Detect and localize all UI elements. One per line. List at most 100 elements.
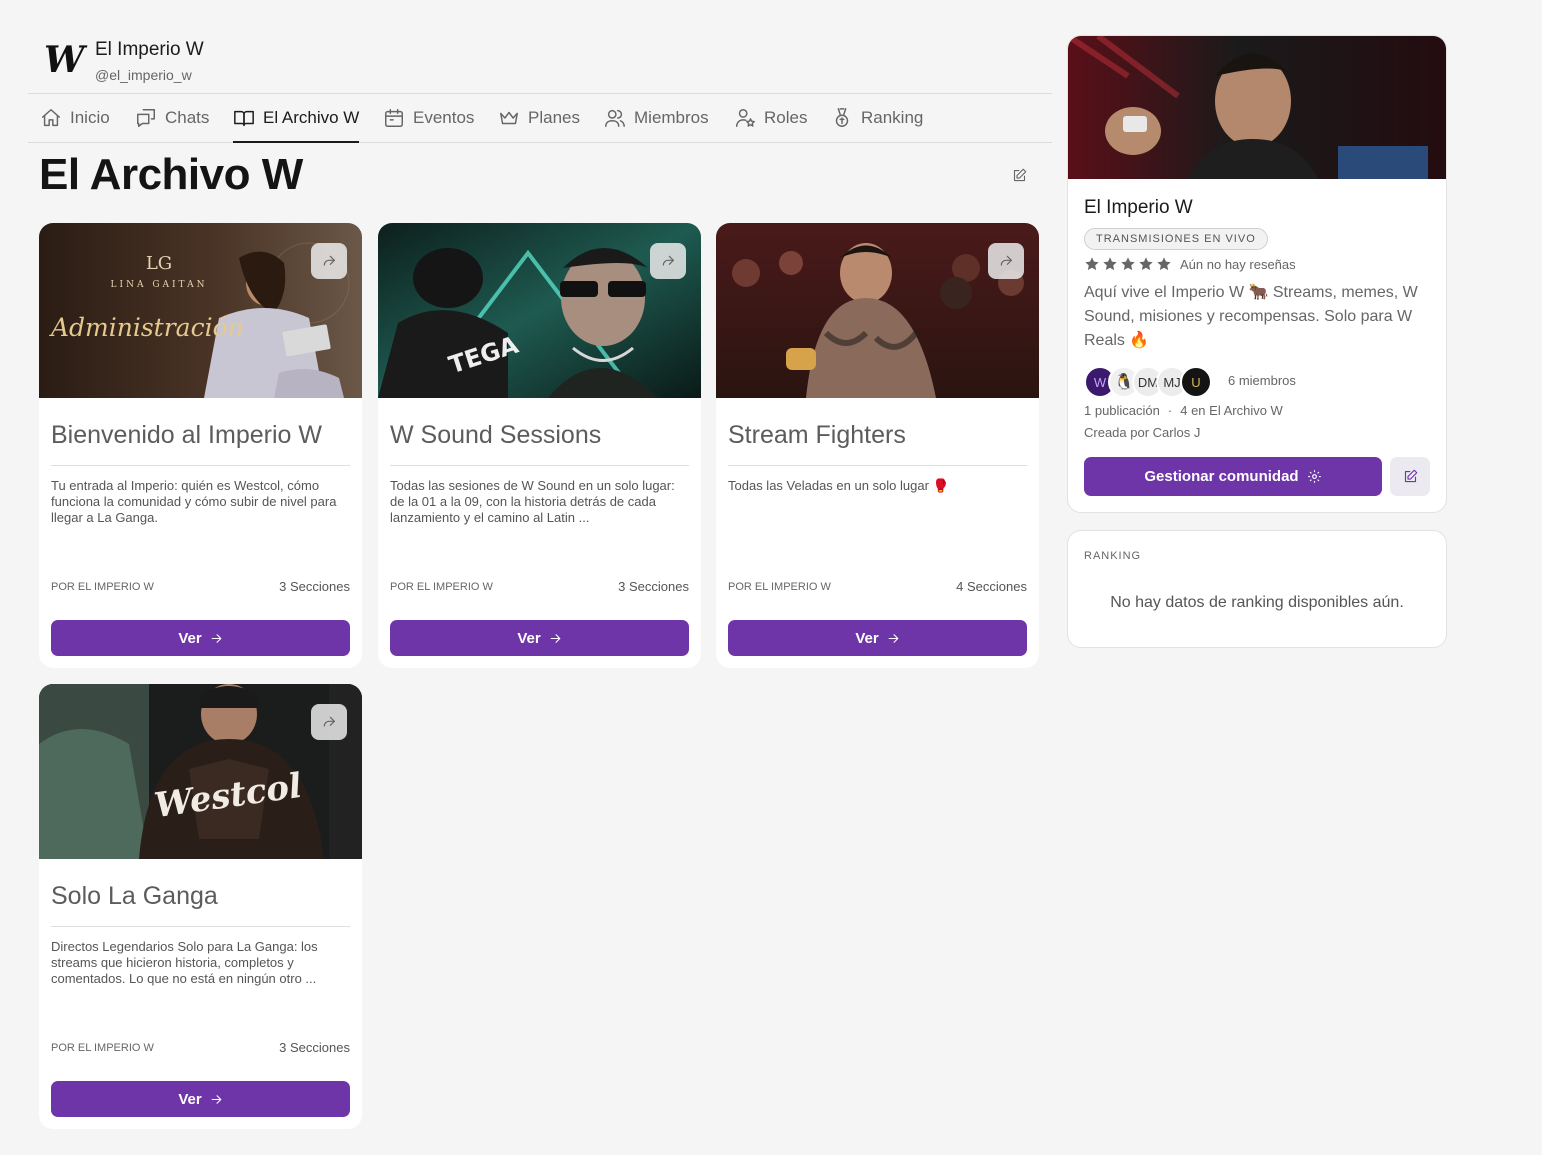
archive-count: 4 en El Archivo W xyxy=(1180,403,1283,418)
community-name: El Imperio W xyxy=(95,39,204,60)
arrow-right-icon xyxy=(888,633,899,643)
card-sections-count: 3 Secciones xyxy=(279,579,350,594)
tab-chats[interactable]: Chats xyxy=(135,94,209,142)
avatar: U xyxy=(1180,366,1212,398)
edit-icon xyxy=(1404,469,1417,483)
archive-card: TEGA W Sound Sessions Todas las sesiones… xyxy=(378,223,701,668)
card-divider xyxy=(51,465,350,466)
home-icon xyxy=(42,109,60,127)
tab-label: Miembros xyxy=(634,108,709,127)
card-description: Todas las Veladas en un solo lugar 🥊 xyxy=(728,478,949,493)
share-button[interactable] xyxy=(311,704,347,740)
rating-stars xyxy=(1084,256,1172,272)
community-logo[interactable]: W xyxy=(44,40,84,80)
tab-roles[interactable]: Roles xyxy=(734,94,807,142)
gear-icon xyxy=(1307,470,1321,483)
tab-label: Chats xyxy=(165,108,210,127)
tab-ranking[interactable]: Ranking xyxy=(831,94,923,142)
card-author: POR EL IMPERIO W xyxy=(51,581,154,593)
archive-card: LG LINA GAITAN Administración Bienvenido… xyxy=(39,223,362,668)
ver-button[interactable]: Ver xyxy=(728,620,1027,656)
community-header: W El Imperio W @el_imperio_w xyxy=(28,30,1052,94)
card-divider xyxy=(390,465,689,466)
community-description: Aquí vive el Imperio W 🐂 Streams, memes,… xyxy=(1084,284,1418,349)
ranking-empty-message: No hay datos de ranking disponibles aún. xyxy=(1110,594,1404,611)
chats-icon xyxy=(137,109,155,127)
member-avatars[interactable]: W 🐧 DM MJ U xyxy=(1084,366,1224,398)
medal-icon xyxy=(835,108,849,127)
card-sections-count: 3 Secciones xyxy=(618,579,689,594)
share-button[interactable] xyxy=(988,243,1024,279)
ver-button[interactable]: Ver xyxy=(390,620,689,656)
card-description: Todas las sesiones de W Sound en un solo… xyxy=(390,478,675,525)
tab-miembros[interactable]: Miembros xyxy=(604,94,709,142)
tab-planes[interactable]: Planes xyxy=(498,94,580,142)
book-icon xyxy=(234,110,254,127)
share-icon xyxy=(323,716,335,727)
card-divider xyxy=(51,926,350,927)
ranking-label: RANKING xyxy=(1084,550,1142,562)
card-cover-overlay: LG LINA GAITAN xyxy=(99,253,219,290)
card-title: Stream Fighters xyxy=(728,421,906,449)
community-card: El Imperio W TRANSMISIONES EN VIVO Aún n… xyxy=(1067,35,1447,513)
crown-icon xyxy=(500,111,518,125)
star-icon xyxy=(1139,257,1153,271)
ranking-card: RANKING No hay datos de ranking disponib… xyxy=(1067,530,1447,648)
manage-community-button[interactable]: Gestionar comunidad xyxy=(1084,457,1382,496)
calendar-icon xyxy=(385,109,403,127)
share-icon xyxy=(662,255,674,266)
card-description: Directos Legendarios Solo para La Ganga:… xyxy=(51,939,318,986)
tab-label: Roles xyxy=(764,108,808,127)
card-sections-count: 4 Secciones xyxy=(956,579,1027,594)
card-title: Bienvenido al Imperio W xyxy=(51,421,322,449)
community-handle: @el_imperio_w xyxy=(95,67,192,83)
arrow-right-icon xyxy=(211,633,222,643)
ver-button[interactable]: Ver xyxy=(51,620,350,656)
arrow-right-icon xyxy=(550,633,561,643)
tab-el-archivo-w[interactable]: El Archivo W xyxy=(233,94,360,143)
edit-icon xyxy=(1013,168,1026,181)
ver-button-label: Ver xyxy=(178,629,202,647)
user-badge-icon xyxy=(736,109,755,127)
ver-button-label: Ver xyxy=(517,629,541,647)
tab-label: Eventos xyxy=(413,108,475,127)
card-author: POR EL IMPERIO W xyxy=(728,581,831,593)
tab-label: Ranking xyxy=(861,108,924,127)
users-icon xyxy=(605,109,625,127)
edit-community-button[interactable] xyxy=(1390,457,1430,496)
category-badge: TRANSMISIONES EN VIVO xyxy=(1084,228,1268,250)
members-count[interactable]: 6 miembros xyxy=(1228,373,1296,388)
card-title: Solo La Ganga xyxy=(51,882,218,910)
reviews-text: Aún no hay reseñas xyxy=(1180,257,1296,272)
community-banner-image xyxy=(1068,36,1446,179)
star-icon xyxy=(1103,257,1117,271)
page-title: El Archivo W xyxy=(39,150,303,199)
card-author: POR EL IMPERIO W xyxy=(51,1042,154,1054)
cover-script-text: Administración xyxy=(51,313,244,342)
card-divider xyxy=(728,465,1027,466)
arrow-right-icon xyxy=(211,1094,222,1104)
tab-inicio[interactable]: Inicio xyxy=(40,94,110,142)
tab-eventos[interactable]: Eventos xyxy=(383,94,474,142)
ver-button-label: Ver xyxy=(178,1090,202,1108)
community-stats: 1 publicación · 4 en El Archivo W xyxy=(1084,403,1283,418)
publications-count: 1 publicación xyxy=(1084,403,1160,418)
star-icon xyxy=(1157,257,1171,271)
tab-label: Inicio xyxy=(70,108,110,127)
share-icon xyxy=(1000,255,1012,266)
edit-page-button[interactable] xyxy=(1009,165,1029,185)
archive-card: Stream Fighters Todas las Veladas en un … xyxy=(716,223,1039,668)
ver-button[interactable]: Ver xyxy=(51,1081,350,1117)
cover-monogram: LG xyxy=(145,253,173,274)
star-icon xyxy=(1121,257,1135,271)
star-icon xyxy=(1085,257,1099,271)
card-description: Tu entrada al Imperio: quién es Westcol,… xyxy=(51,478,337,525)
share-button[interactable] xyxy=(311,243,347,279)
archive-card: Westcol Solo La Ganga Directos Legendari… xyxy=(39,684,362,1129)
share-icon xyxy=(323,255,335,266)
nav-tabs: Inicio Chats El Archivo W Eventos Planes… xyxy=(28,94,1052,143)
share-button[interactable] xyxy=(650,243,686,279)
creator-text: Creada por Carlos J xyxy=(1084,425,1201,440)
card-author: POR EL IMPERIO W xyxy=(390,581,493,593)
stats-separator: · xyxy=(1167,403,1173,418)
